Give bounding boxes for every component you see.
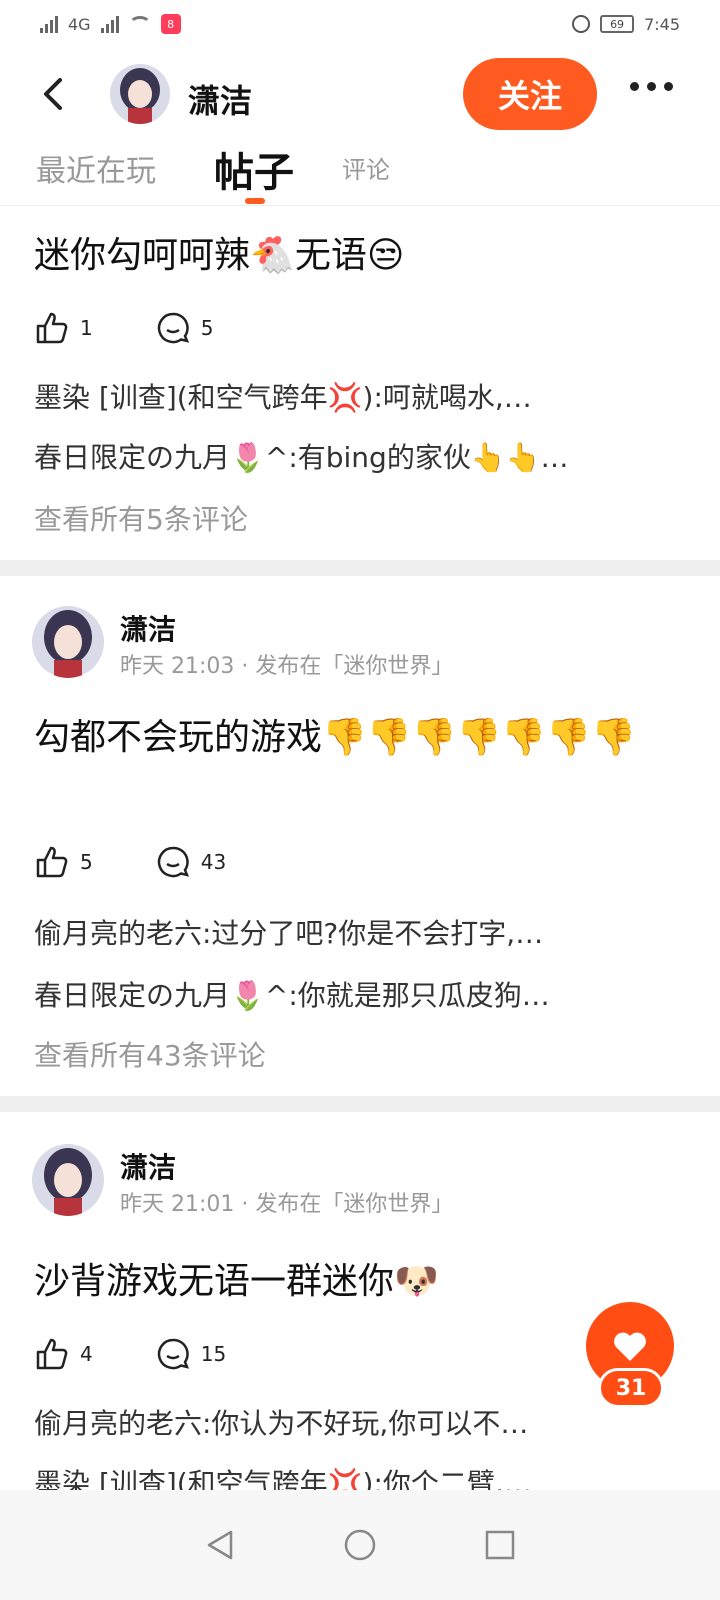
avatar-image [32,1144,104,1216]
avatar-image [110,64,170,124]
author-name[interactable]: 潇洁 [120,1146,176,1186]
comment-preview[interactable]: 春日限定の九月🌷^:你就是那只瓜皮狗… [34,974,674,1014]
tab-recently-played[interactable]: 最近在玩 [36,146,156,190]
comment-count: 15 [200,1342,227,1366]
nav-recents-button[interactable] [480,1525,520,1565]
view-all-comments-link[interactable]: 查看所有43条评论 [34,1034,266,1074]
author-name[interactable]: 潇洁 [120,608,176,648]
nav-back-button[interactable] [200,1525,240,1565]
profile-tabs: 最近在玩 帖子 评论 [0,140,720,206]
more-button[interactable] [630,82,673,91]
comment-preview[interactable]: 偷月亮的老六:过分了吧?你是不会打字,… [34,912,674,952]
thumbs-up-icon [36,846,68,878]
post-meta: 昨天 21:01 · 发布在「迷你世界」 [120,1192,454,1217]
status-left: 4G 8 [40,14,181,34]
avatar[interactable] [110,64,170,124]
dot-icon [664,82,673,91]
signal-icon-2 [100,15,119,33]
signal-icon [40,15,58,33]
comment-button[interactable]: 15 [155,1336,226,1372]
battery-icon: 69 [600,15,635,33]
avatar-image [32,606,104,678]
comment-preview[interactable]: 墨染 [训查](和空气跨年💢):你个二臂,… [34,1462,674,1492]
like-count: 4 [80,1342,93,1366]
post-title[interactable]: 沙背游戏无语一群迷你🐶 [34,1256,684,1308]
comment-button[interactable]: 5 [155,310,214,346]
app-notification-icon: 8 [160,14,181,34]
network-type: 4G [68,14,91,34]
post-stats: 1 5 [34,308,213,348]
battery-level: 69 [610,17,625,31]
post-title[interactable]: 迷你勾呵呵辣🐔无语😒 [34,230,684,282]
tab-indicator [245,198,265,204]
post-stats: 5 43 [34,842,226,882]
view-all-comments-link[interactable]: 查看所有5条评论 [34,498,248,538]
triangle-back-icon [207,1530,233,1560]
comment-preview[interactable]: 偷月亮的老六:你认为不好玩,你可以不… [34,1402,674,1442]
thumbs-up-icon [36,312,68,344]
heart-icon [614,1332,646,1361]
comment-icon [157,846,189,878]
comment-icon [157,1338,189,1370]
section-divider [0,560,720,576]
comment-preview[interactable]: 墨染 [训查](和空气跨年💢):呵就喝水,… [34,376,674,416]
tab-posts[interactable]: 帖子 [214,140,294,198]
comment-button[interactable]: 43 [155,844,226,880]
tab-comments[interactable]: 评论 [342,150,390,185]
wifi-icon [128,16,151,32]
post-meta: 昨天 21:03 · 发布在「迷你世界」 [120,654,454,679]
avatar[interactable] [32,606,104,678]
comment-preview[interactable]: 春日限定の九月🌷^:有bing的家伙👆👆… [34,436,674,476]
like-fab-count: 31 [598,1368,664,1408]
profile-name: 潇洁 [188,82,253,120]
post-title[interactable]: 勾都不会玩的游戏👎👎👎👎👎👎👎 [34,712,684,764]
post-card[interactable]: 潇洁 昨天 21:03 · 发布在「迷你世界」 勾都不会玩的游戏👎👎👎👎👎👎👎 … [0,576,720,1096]
follow-button[interactable]: 关注 [463,58,597,130]
section-divider [0,1096,720,1112]
comment-count: 43 [200,850,227,874]
nav-home-button[interactable] [340,1525,380,1565]
post-card[interactable]: 迷你勾呵呵辣🐔无语😒 1 5 墨染 [训查](和空气跨年💢):呵就喝水,… 春日… [0,206,720,560]
thumbs-up-icon [36,1338,68,1370]
like-count: 5 [80,850,93,874]
back-button[interactable] [40,76,68,112]
square-recents-icon [485,1530,515,1560]
chevron-left-icon [44,78,62,110]
alarm-icon [572,15,591,33]
dot-icon [630,82,639,91]
profile-header: 潇洁 关注 [0,58,720,130]
comment-count: 5 [200,316,214,340]
clock: 7:45 [644,14,680,34]
status-right: 69 7:45 [572,15,680,34]
circle-home-icon [344,1529,376,1561]
like-count: 1 [80,316,93,340]
post-card[interactable]: 潇洁 昨天 21:01 · 发布在「迷你世界」 沙背游戏无语一群迷你🐶 4 15… [0,1112,720,1492]
post-stats: 4 15 [34,1334,226,1374]
like-button[interactable]: 5 [34,844,93,880]
comment-icon [157,312,189,344]
avatar[interactable] [32,1144,104,1216]
system-nav-bar [0,1490,720,1600]
like-button[interactable]: 1 [34,310,93,346]
status-bar: 4G 8 69 7:45 [0,0,720,48]
like-button[interactable]: 4 [34,1336,93,1372]
dot-icon [647,82,656,91]
